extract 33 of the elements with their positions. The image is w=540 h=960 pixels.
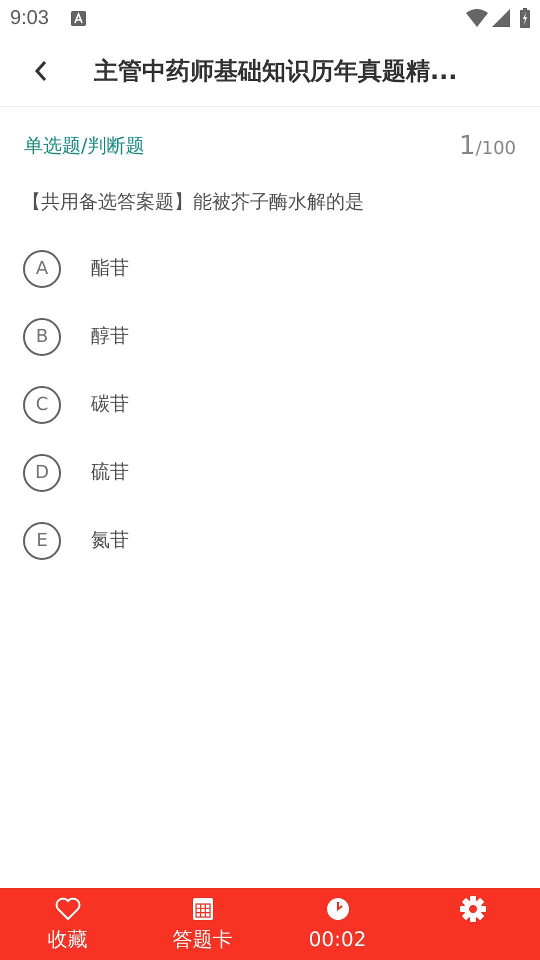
back-icon: [34, 60, 48, 82]
option-text: 碳苷: [91, 392, 129, 418]
status-time: 9:03: [10, 6, 49, 31]
clock-icon: [326, 897, 350, 921]
grid-icon: [192, 898, 212, 920]
answer-option[interactable]: A 酯苷: [0, 234, 540, 302]
page-title: 主管中药师基础知识历年真题精...: [94, 56, 458, 87]
settings-icon: [460, 896, 486, 922]
option-letter: A: [23, 250, 61, 288]
option-text: 醇苷: [91, 324, 129, 350]
option-letter: D: [23, 454, 61, 492]
toolbar-button[interactable]: 答题卡: [135, 888, 270, 960]
option-text: 硫苷: [91, 460, 129, 486]
question-type: 单选题/判断题: [24, 134, 144, 160]
toolbar-button[interactable]: 收藏: [0, 888, 135, 960]
answer-option[interactable]: B 醇苷: [0, 302, 540, 370]
answer-option[interactable]: C 碳苷: [0, 370, 540, 438]
option-letter: B: [23, 318, 61, 356]
option-text: 氮苷: [91, 528, 129, 554]
heart-icon: [54, 897, 80, 921]
battery-icon: [520, 8, 530, 28]
option-letter: C: [23, 386, 61, 424]
total-count: /100: [476, 137, 516, 161]
answer-option[interactable]: D 硫苷: [0, 438, 540, 506]
wifi-icon: [466, 9, 488, 27]
option-text: 酯苷: [91, 256, 129, 282]
option-letter: E: [23, 522, 61, 560]
toolbar-button[interactable]: 00:02: [270, 888, 405, 960]
question-text: 【共用备选答案题】能被芥子酶水解的是: [21, 190, 365, 215]
current-number: 1: [459, 130, 476, 163]
signal-icon: [492, 9, 510, 27]
answer-option[interactable]: E 氮苷: [0, 506, 540, 574]
notification-icon: [70, 10, 86, 26]
